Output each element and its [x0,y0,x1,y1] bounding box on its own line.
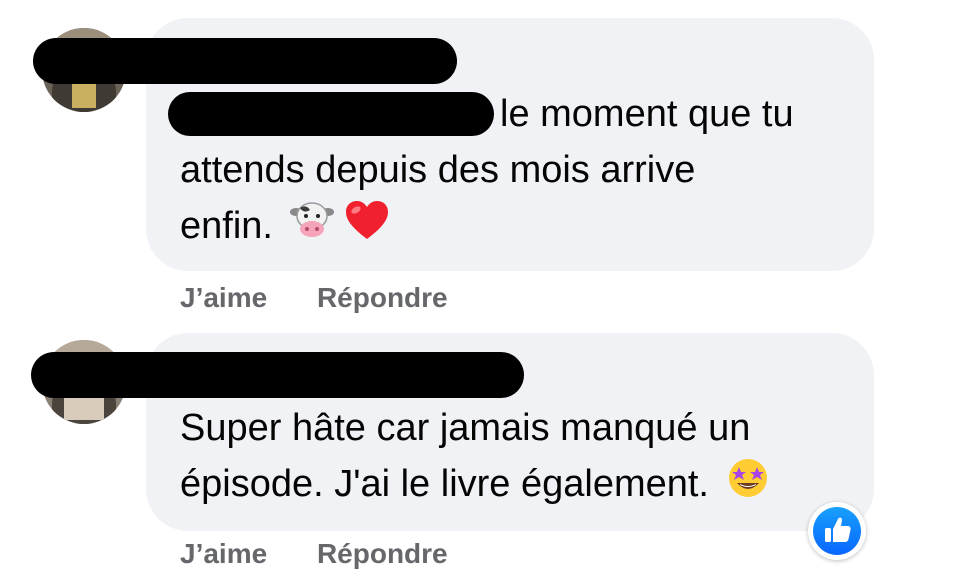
like-button[interactable]: J’aime [180,538,267,569]
star-struck-icon [726,456,770,516]
like-reaction-icon[interactable] [808,502,866,560]
comment-text-line: épisode. J'ai le livre également. [180,456,770,516]
comment-actions: J’aime Répondre [180,538,448,570]
reply-button[interactable]: Répondre [317,538,448,569]
comment-text-segment: épisode. J'ai le livre également. [180,463,709,506]
redacted-author-name [31,352,524,398]
comment-2: Super hâte car jamais manqué un épisode.… [0,0,980,585]
comment-text-line: Super hâte car jamais manqué un [180,407,751,449]
